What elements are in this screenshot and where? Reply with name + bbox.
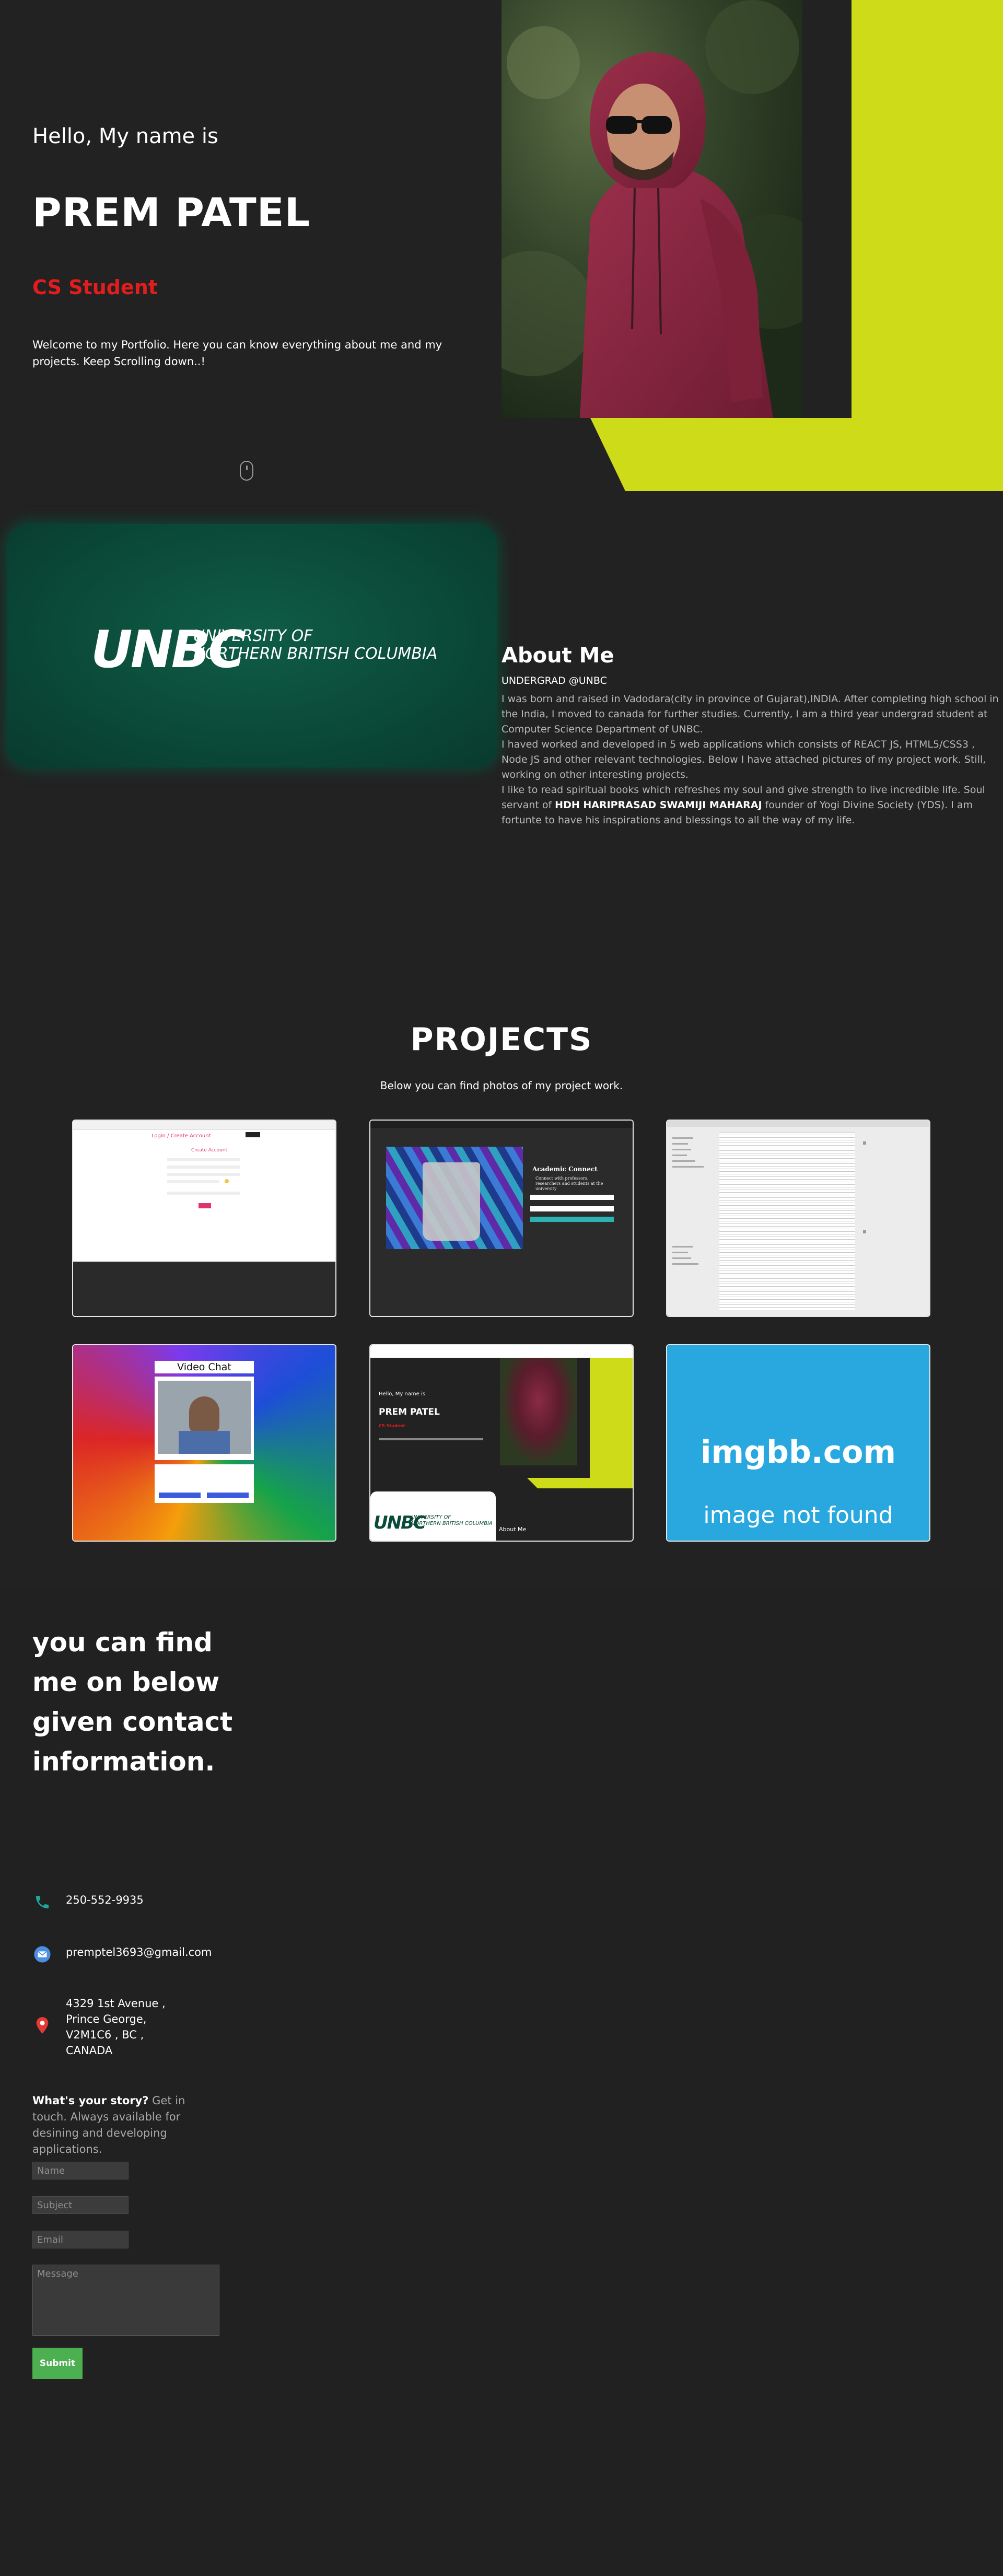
project-thumbnail-1[interactable]: Login / Create Account Create Account <box>72 1120 336 1317</box>
location-pin-icon <box>32 2015 52 2035</box>
hero-welcome-text: Welcome to my Portfolio. Here you can kn… <box>32 339 442 368</box>
contact-address-row: 4329 1st Avenue , Prince George, V2M1C6 … <box>32 1996 166 2058</box>
email-input[interactable] <box>32 2231 129 2248</box>
about-paragraph-1: I was born and raised in Vadodara(city i… <box>501 693 999 735</box>
message-textarea[interactable] <box>32 2265 219 2336</box>
name-input[interactable] <box>32 2162 129 2179</box>
contact-phone[interactable]: 250-552-9935 <box>66 1892 144 1908</box>
address-line-2: Prince George, <box>66 2013 147 2025</box>
project5-name: PREM PATEL <box>379 1407 440 1417</box>
project1-form-title: Create Account <box>191 1148 228 1153</box>
project1-header: Login / Create Account <box>151 1133 211 1139</box>
address-line-3: V2M1C6 , BC , <box>66 2029 144 2041</box>
submit-button[interactable]: Submit <box>32 2348 83 2379</box>
contact-phone-row: 250-552-9935 <box>32 1892 144 1912</box>
project4-title: Video Chat <box>155 1361 254 1373</box>
about-title: About Me <box>501 644 614 668</box>
subject-input[interactable] <box>32 2196 129 2214</box>
project-thumbnail-5[interactable]: Hello, My name is PREM PATEL CS Student … <box>369 1344 634 1542</box>
contact-heading: you can find me on below given contact i… <box>32 1627 233 1777</box>
contact-address: 4329 1st Avenue , Prince George, V2M1C6 … <box>66 1996 166 2058</box>
about-subtitle: UNDERGRAD @UNBC <box>501 675 607 686</box>
unbc-logo-text: UNIVERSITY OF NORTHERN BRITISH COLUMBIA <box>193 627 437 663</box>
address-line-1: 4329 1st Avenue , <box>66 1997 166 2010</box>
about-body: I was born and raised in Vadodara(city i… <box>501 692 1003 828</box>
hero-name: PREM PATEL <box>32 189 311 236</box>
unbc-logo-card: UNBC UNIVERSITY OF NORTHERN BRITISH COLU… <box>7 524 497 767</box>
project2-tagline: Connect with professors, researchers and… <box>535 1176 603 1191</box>
project5-greeting: Hello, My name is <box>379 1391 425 1397</box>
about-p3-bold: HDH HARIPRASAD SWAMIJI MAHARAJ <box>555 799 762 811</box>
contact-email[interactable]: premptel3693@gmail.com <box>66 1944 212 1960</box>
project-thumbnail-2[interactable]: Academic Connect Connect with professors… <box>369 1120 634 1317</box>
hero-greeting: Hello, My name is <box>32 124 218 148</box>
unbc-logo-line2: NORTHERN BRITISH COLUMBIA <box>193 645 438 663</box>
project-thumbnail-6[interactable]: imgbb.com image not found <box>666 1344 930 1542</box>
projects-title: PROJECTS <box>410 1021 593 1058</box>
project5-logo-line1: UNIVERSITY OF <box>411 1514 451 1520</box>
project5-about: About Me <box>499 1526 527 1533</box>
story-bold: What's your story? <box>32 2094 149 2107</box>
projects-subtitle: Below you can find photos of my project … <box>380 1079 623 1092</box>
profile-photo <box>501 0 802 418</box>
project5-logo-line2: NORTHERN BRITISH COLUMBIA <box>411 1521 493 1526</box>
phone-icon <box>32 1892 52 1912</box>
contact-story: What's your story? Get in touch. Always … <box>32 2093 220 2158</box>
hero-role: CS Student <box>32 276 158 299</box>
project-thumbnail-4[interactable]: Video Chat <box>72 1344 336 1542</box>
project6-line1: imgbb.com <box>700 1434 896 1471</box>
unbc-logo-line1: UNIVERSITY OF <box>193 627 313 645</box>
about-paragraph-3: I like to read spiritual books which ref… <box>501 783 1003 828</box>
about-paragraph-2: I haved worked and developed in 5 web ap… <box>501 739 986 780</box>
project-thumbnail-3[interactable] <box>666 1120 930 1317</box>
address-line-4: CANADA <box>66 2044 113 2057</box>
project6-line2: image not found <box>703 1502 893 1529</box>
project5-role: CS Student <box>379 1424 405 1428</box>
contact-email-row: premptel3693@gmail.com <box>32 1944 212 1964</box>
scroll-down-mouse-icon[interactable] <box>240 461 253 481</box>
email-icon <box>32 1944 52 1964</box>
project2-title: Academic Connect <box>532 1165 598 1173</box>
